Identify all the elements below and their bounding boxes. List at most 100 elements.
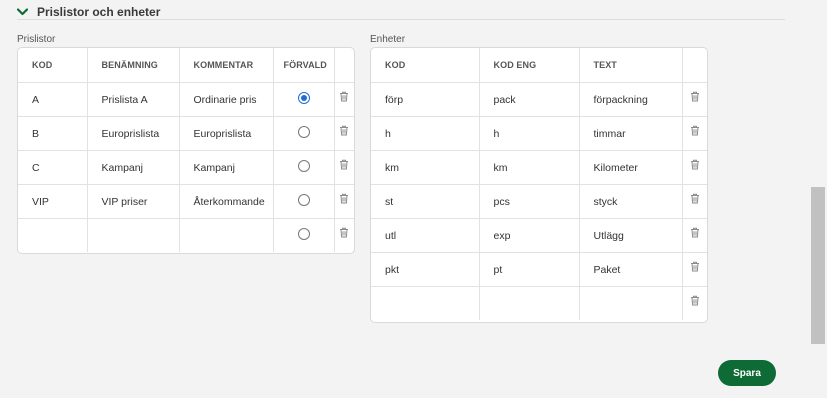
- cell-kod[interactable]: h: [371, 116, 480, 151]
- save-button[interactable]: Spara: [718, 360, 776, 386]
- table-row: h h timmar: [371, 116, 707, 151]
- cell-forvald: [273, 184, 335, 219]
- trash-icon[interactable]: [690, 193, 700, 207]
- trash-icon[interactable]: [690, 125, 700, 139]
- cell-kommentar[interactable]: Europrislista: [179, 116, 274, 151]
- cell-text[interactable]: Paket: [579, 252, 683, 287]
- cell-delete: [682, 218, 707, 253]
- column-header-kod[interactable]: KOD: [371, 48, 480, 83]
- cell-kod-eng[interactable]: km: [479, 150, 580, 185]
- cell-kommentar[interactable]: Återkommande: [179, 184, 274, 219]
- cell-kod[interactable]: [18, 218, 88, 252]
- trash-icon[interactable]: [339, 159, 349, 173]
- default-radio[interactable]: [297, 126, 310, 139]
- cell-kod-eng[interactable]: exp: [479, 218, 580, 253]
- cell-text[interactable]: Kilometer: [579, 150, 683, 185]
- trash-icon[interactable]: [339, 193, 349, 207]
- cell-benamning[interactable]: [87, 218, 180, 252]
- trash-icon[interactable]: [690, 91, 700, 105]
- cell-forvald: [273, 218, 335, 252]
- cell-kod[interactable]: km: [371, 150, 480, 185]
- table-row: pkt pt Paket: [371, 252, 707, 287]
- cell-text[interactable]: styck: [579, 184, 683, 219]
- cell-forvald: [273, 116, 335, 151]
- cell-kod-eng[interactable]: pack: [479, 82, 580, 117]
- table-row: st pcs styck: [371, 184, 707, 219]
- cell-text[interactable]: timmar: [579, 116, 683, 151]
- trash-icon[interactable]: [339, 125, 349, 139]
- cell-kod[interactable]: B: [18, 116, 88, 151]
- cell-text[interactable]: [579, 286, 683, 320]
- column-header-forvald[interactable]: FÖRVALD: [273, 48, 335, 83]
- cell-kod[interactable]: C: [18, 150, 88, 185]
- cell-kod[interactable]: VIP: [18, 184, 88, 219]
- table-row: VIP VIP priser Återkommande: [18, 184, 354, 219]
- table-row: utl exp Utlägg: [371, 218, 707, 253]
- cell-kod-eng[interactable]: h: [479, 116, 580, 151]
- cell-kod[interactable]: pkt: [371, 252, 480, 287]
- cell-kod[interactable]: förp: [371, 82, 480, 117]
- table-row: B Europrislista Europrislista: [18, 116, 354, 151]
- cell-kommentar[interactable]: Kampanj: [179, 150, 274, 185]
- table-row: C Kampanj Kampanj: [18, 150, 354, 185]
- cell-delete: [682, 150, 707, 185]
- table-header-row: KOD BENÄMNING KOMMENTAR FÖRVALD: [18, 48, 354, 83]
- default-radio[interactable]: [297, 228, 310, 241]
- trash-icon[interactable]: [339, 91, 349, 105]
- default-radio[interactable]: [297, 194, 310, 207]
- cell-kod-eng[interactable]: [479, 286, 580, 320]
- cell-delete: [334, 184, 354, 219]
- trash-icon[interactable]: [690, 159, 700, 173]
- table-row: A Prislista A Ordinarie pris: [18, 82, 354, 117]
- cell-benamning[interactable]: Prislista A: [87, 82, 180, 117]
- chevron-down-icon[interactable]: [17, 7, 29, 17]
- default-radio-selected[interactable]: [297, 92, 310, 105]
- table-row: förp pack förpackning: [371, 82, 707, 117]
- cell-delete: [682, 287, 707, 321]
- column-header-kod-eng[interactable]: KOD ENG: [479, 48, 580, 83]
- column-header-kommentar[interactable]: KOMMENTAR: [179, 48, 274, 83]
- column-header-actions: [334, 48, 354, 83]
- cell-benamning[interactable]: Europrislista: [87, 116, 180, 151]
- table-header-row: KOD KOD ENG TEXT: [371, 48, 707, 83]
- cell-kod[interactable]: [371, 286, 480, 320]
- cell-kod[interactable]: A: [18, 82, 88, 117]
- cell-delete: [334, 150, 354, 185]
- cell-kommentar[interactable]: [179, 218, 274, 252]
- cell-delete: [682, 184, 707, 219]
- default-radio[interactable]: [297, 160, 310, 173]
- cell-delete: [682, 116, 707, 151]
- cell-text[interactable]: Utlägg: [579, 218, 683, 253]
- cell-delete: [334, 116, 354, 151]
- cell-kod-eng[interactable]: pt: [479, 252, 580, 287]
- prislistor-label: Prislistor: [17, 34, 56, 45]
- cell-kod-eng[interactable]: pcs: [479, 184, 580, 219]
- trash-icon[interactable]: [690, 227, 700, 241]
- enheter-table-card: KOD KOD ENG TEXT förp pack förpackning h h ti…: [370, 47, 708, 323]
- table-row: [371, 286, 707, 321]
- cell-forvald: [273, 150, 335, 185]
- column-header-benamning[interactable]: BENÄMNING: [87, 48, 180, 83]
- cell-delete: [682, 82, 707, 117]
- table-row: km km Kilometer: [371, 150, 707, 185]
- section-title: Prislistor och enheter: [37, 5, 161, 19]
- scrollbar-thumb[interactable]: [811, 187, 825, 344]
- trash-icon[interactable]: [690, 295, 700, 309]
- cell-benamning[interactable]: VIP priser: [87, 184, 180, 219]
- trash-icon[interactable]: [690, 261, 700, 275]
- prislistor-table: KOD BENÄMNING KOMMENTAR FÖRVALD A Prislis…: [18, 48, 354, 252]
- cell-kod[interactable]: st: [371, 184, 480, 219]
- column-header-actions: [682, 48, 707, 83]
- enheter-table: KOD KOD ENG TEXT förp pack förpackning h h ti…: [371, 48, 707, 320]
- enheter-label: Enheter: [370, 34, 406, 45]
- cell-kod[interactable]: utl: [371, 218, 480, 253]
- column-header-kod[interactable]: KOD: [18, 48, 88, 83]
- trash-icon[interactable]: [339, 227, 349, 241]
- cell-benamning[interactable]: Kampanj: [87, 150, 180, 185]
- cell-delete: [682, 252, 707, 287]
- cell-kommentar[interactable]: Ordinarie pris: [179, 82, 274, 117]
- cell-delete: [334, 219, 354, 253]
- column-header-text[interactable]: TEXT: [579, 48, 683, 83]
- cell-text[interactable]: förpackning: [579, 82, 683, 117]
- prislistor-table-card: KOD BENÄMNING KOMMENTAR FÖRVALD A Prislis…: [17, 47, 355, 254]
